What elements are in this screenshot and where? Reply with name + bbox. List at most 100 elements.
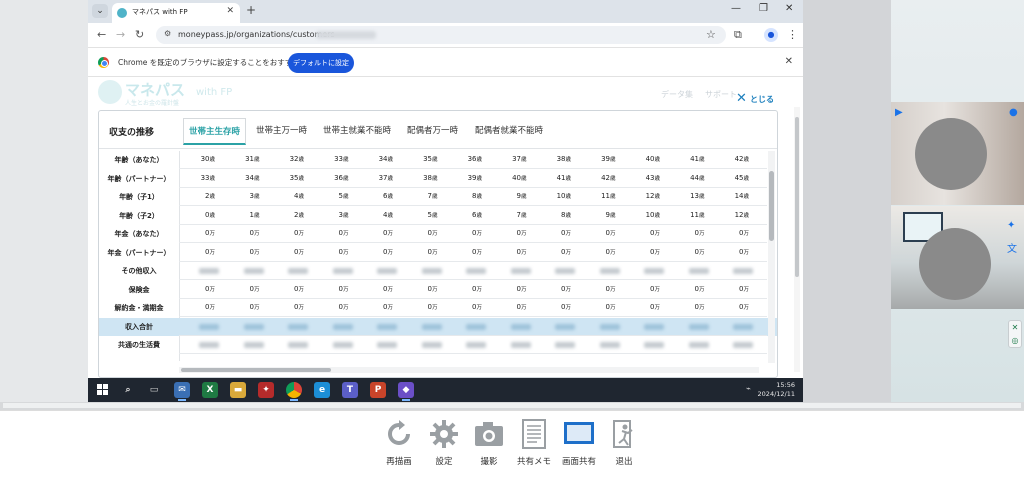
redacted-cell: [199, 323, 219, 330]
cell-unit: 万: [298, 286, 304, 293]
shared-memo-button[interactable]: 共有メモ: [509, 419, 559, 467]
cell-unit: 歳: [609, 157, 616, 163]
cell-unit: 万: [654, 286, 660, 293]
restore-icon[interactable]: ❐: [759, 3, 768, 14]
table-cell: 0万: [357, 303, 393, 311]
bookmark-star-icon[interactable]: ☆: [706, 28, 716, 41]
close-link[interactable]: とじる: [750, 94, 774, 105]
notes-app-icon[interactable]: ◆: [398, 382, 414, 401]
excel-icon[interactable]: X: [202, 382, 218, 398]
tab-close-icon[interactable]: ✕: [226, 6, 234, 16]
table-cell: 0万: [535, 303, 571, 311]
infobar-close-icon[interactable]: ✕: [785, 56, 793, 67]
page-scroll-thumb[interactable]: [795, 117, 799, 277]
table-horizontal-scroll-thumb[interactable]: [181, 368, 331, 372]
redacted-cell: [644, 323, 664, 330]
browser-tab[interactable]: マネパス with FP ✕: [112, 3, 240, 23]
brand-name[interactable]: マネパス: [125, 79, 185, 100]
exit-button[interactable]: 退出: [599, 419, 649, 467]
taskbar-search-icon[interactable]: ⌕: [120, 382, 136, 398]
windows-start-icon[interactable]: [97, 384, 108, 395]
cell-unit: 万: [431, 231, 438, 237]
tab-search-button[interactable]: ⌄: [92, 4, 108, 18]
outlook-icon[interactable]: ✉: [174, 382, 190, 401]
network-icon[interactable]: ⌁: [746, 384, 751, 393]
extensions-icon[interactable]: ⧉: [734, 28, 742, 42]
cell-unit: 万: [520, 231, 527, 237]
row-label: 保険金: [128, 285, 150, 294]
address-bar[interactable]: ⚙ moneypass.jp/organizations/customers: [156, 26, 726, 44]
cell-value: 31: [245, 155, 254, 163]
settings-button[interactable]: 設定: [419, 419, 469, 467]
back-icon[interactable]: ←: [97, 28, 106, 41]
table-row: 年齢（パートナー） 33歳 34歳 35歳 36歳 37歳 38歳 39歳 40歳 41歳 42歳 4…: [99, 170, 777, 188]
tab-head-alive[interactable]: 世帯主生存時: [183, 118, 247, 145]
side-toggle-control[interactable]: ✕ ◎: [1008, 320, 1022, 348]
cell-unit: 万: [609, 249, 616, 256]
table-cell: 0万: [313, 285, 349, 293]
cell-unit: 万: [520, 286, 527, 293]
windows-taskbar: ⌕ ▭ ✉ X ▬ ✦ e T P ◆ ⌁ 15:56 2024/12/11: [88, 378, 803, 402]
browser-menu-icon[interactable]: ⋮: [787, 28, 798, 41]
tab-spouse-death[interactable]: 配偶者万一時: [402, 118, 463, 145]
powerpoint-icon[interactable]: P: [370, 382, 386, 398]
screen-share-button[interactable]: 画面共有: [554, 419, 604, 467]
redraw-button[interactable]: 再描画: [374, 419, 424, 467]
site-info-icon[interactable]: ⚙: [164, 29, 171, 38]
reload-icon[interactable]: ↻: [135, 28, 144, 41]
table-cell: 12歳: [624, 192, 660, 200]
brand-tagline: 人生とお金の羅針盤: [125, 100, 180, 107]
redacted-cell: [288, 323, 308, 330]
nav-support-link[interactable]: サポート: [705, 89, 737, 100]
table-cell: 10歳: [535, 192, 571, 200]
row-label: その他収入: [121, 267, 157, 275]
cell-unit: 万: [253, 249, 260, 256]
forward-icon[interactable]: →: [116, 28, 125, 41]
minimize-icon[interactable]: —: [731, 3, 741, 14]
set-default-button[interactable]: デフォルトに設定: [288, 53, 354, 73]
edge-icon[interactable]: e: [314, 382, 330, 398]
redacted-cell: [688, 268, 709, 274]
cell-unit: 万: [209, 286, 215, 293]
taskbar-time: 15:56: [776, 381, 795, 389]
cell-unit: 万: [609, 305, 616, 311]
side-record-icon[interactable]: ◎: [1009, 334, 1021, 347]
page-scrollbar[interactable]: [794, 107, 800, 372]
tab-spouse-disability[interactable]: 配偶者就業不能時: [470, 118, 548, 145]
participant-face-redacted: [919, 228, 991, 300]
cell-unit: 万: [342, 249, 349, 256]
table-vertical-scrollbar[interactable]: [768, 151, 775, 363]
cashflow-modal: 収支の推移 世帯主生存時 世帯主万一時 世帯主就業不能時 配偶者万一時 配偶者就…: [98, 110, 778, 378]
tab-head-disability[interactable]: 世帯主就業不能時: [318, 118, 396, 145]
security-app-icon[interactable]: ✦: [258, 382, 274, 398]
table-horizontal-scrollbar[interactable]: [179, 367, 759, 373]
window-close-icon[interactable]: ✕: [785, 3, 793, 14]
table-cell: 32歳: [268, 155, 304, 163]
side-close-icon[interactable]: ✕: [1009, 321, 1021, 334]
teams-icon[interactable]: T: [342, 382, 358, 398]
cell-unit: 歳: [565, 157, 571, 163]
browser-tab-bar: ⌄ マネパス with FP ✕ + — ❐ ✕: [88, 0, 803, 23]
redacted-cell: [421, 268, 442, 274]
table-cell: 0万: [491, 285, 527, 293]
table-cell: 35歳: [268, 174, 304, 182]
redacted-cell: [421, 342, 442, 348]
table-cell: 0万: [179, 248, 215, 256]
chrome-taskbar-icon[interactable]: [286, 382, 302, 401]
table-cell: 42歳: [713, 155, 749, 163]
shared-screen-scrollbar[interactable]: [3, 403, 1021, 408]
close-x-icon[interactable]: ✕: [736, 91, 747, 106]
profile-avatar-icon[interactable]: ●: [764, 28, 778, 42]
new-tab-button[interactable]: +: [246, 3, 256, 17]
microphone-icon: ●: [1009, 107, 1018, 118]
table-vertical-scroll-thumb[interactable]: [769, 171, 774, 241]
nav-data-link[interactable]: データ集: [661, 89, 693, 100]
file-explorer-icon[interactable]: ▬: [230, 382, 246, 398]
task-view-icon[interactable]: ▭: [146, 382, 162, 398]
capture-button[interactable]: 撮影: [464, 419, 514, 467]
redacted-cell: [288, 342, 308, 348]
taskbar-clock[interactable]: 15:56 2024/12/11: [758, 381, 795, 399]
table-row: 年齢（子2） 0歳 1歳 2歳 3歳 4歳 5歳 6歳 7歳 8歳 9歳 10歳 11歳 12歳: [99, 207, 777, 225]
cell-unit: 万: [209, 231, 215, 237]
tab-head-death[interactable]: 世帯主万一時: [251, 118, 312, 145]
